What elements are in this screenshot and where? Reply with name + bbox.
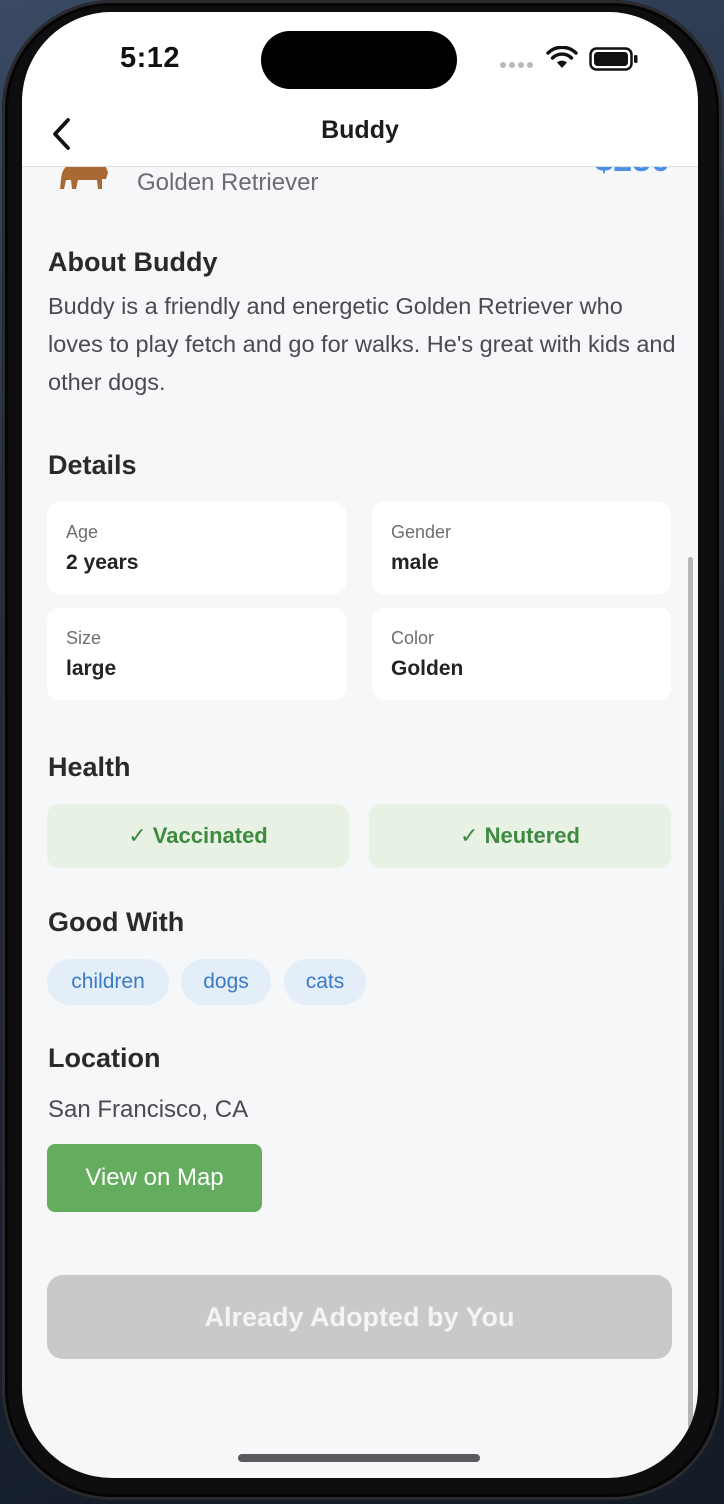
detail-value: Golden	[391, 657, 464, 680]
detail-label: Age	[66, 522, 99, 542]
detail-label: Gender	[391, 522, 452, 542]
chip-cats: cats	[284, 959, 366, 1005]
about-description: Buddy is a friendly and energetic Golden…	[48, 293, 676, 395]
price-label: $250	[594, 167, 670, 180]
pet-detail-content[interactable]: Golden Retriever $250 About Buddy Buddy …	[22, 167, 698, 1478]
details-heading: Details	[48, 450, 137, 480]
view-on-map-button[interactable]: View on Map	[47, 1144, 262, 1212]
app-screen: 5:12 Buddy Golden Retriever About Buddy …	[22, 12, 698, 1478]
detail-card-age: Age 2 years	[47, 502, 346, 594]
cellular-signal-icon	[500, 62, 533, 68]
scrollbar[interactable]	[688, 557, 693, 1429]
status-time: 5:12	[120, 42, 181, 74]
health-heading: Health	[48, 752, 131, 782]
pet-header: Golden Retriever $250	[22, 167, 698, 207]
detail-value: 2 years	[66, 551, 139, 574]
navigation-bar: Buddy	[22, 112, 698, 167]
dynamic-island	[261, 31, 457, 89]
detail-card-color: Color Golden	[372, 608, 671, 700]
detail-card-gender: Gender male	[372, 502, 671, 594]
detail-card-size: Size large	[47, 608, 346, 700]
neutered-badge: ✓ Neutered	[369, 804, 671, 868]
about-heading: About Buddy	[48, 247, 218, 277]
chip-dogs: dogs	[181, 959, 271, 1005]
detail-label: Size	[66, 628, 102, 648]
detail-value: large	[66, 657, 117, 680]
home-indicator[interactable]	[238, 1454, 480, 1462]
detail-value: male	[391, 551, 439, 574]
detail-label: Color	[391, 628, 435, 648]
battery-icon	[589, 47, 638, 71]
status-bar: 5:12	[22, 12, 698, 112]
breed-label: Golden Retriever	[137, 169, 319, 196]
wifi-icon	[546, 46, 578, 68]
good-with-heading: Good With	[48, 907, 185, 937]
page-title: Buddy	[321, 116, 399, 144]
dog-photo	[60, 167, 108, 189]
location-text: San Francisco, CA	[48, 1096, 249, 1123]
adopt-button-disabled: Already Adopted by You	[47, 1275, 672, 1359]
location-heading: Location	[48, 1043, 161, 1073]
vaccinated-badge: ✓ Vaccinated	[47, 804, 349, 868]
chip-children: children	[47, 959, 169, 1005]
